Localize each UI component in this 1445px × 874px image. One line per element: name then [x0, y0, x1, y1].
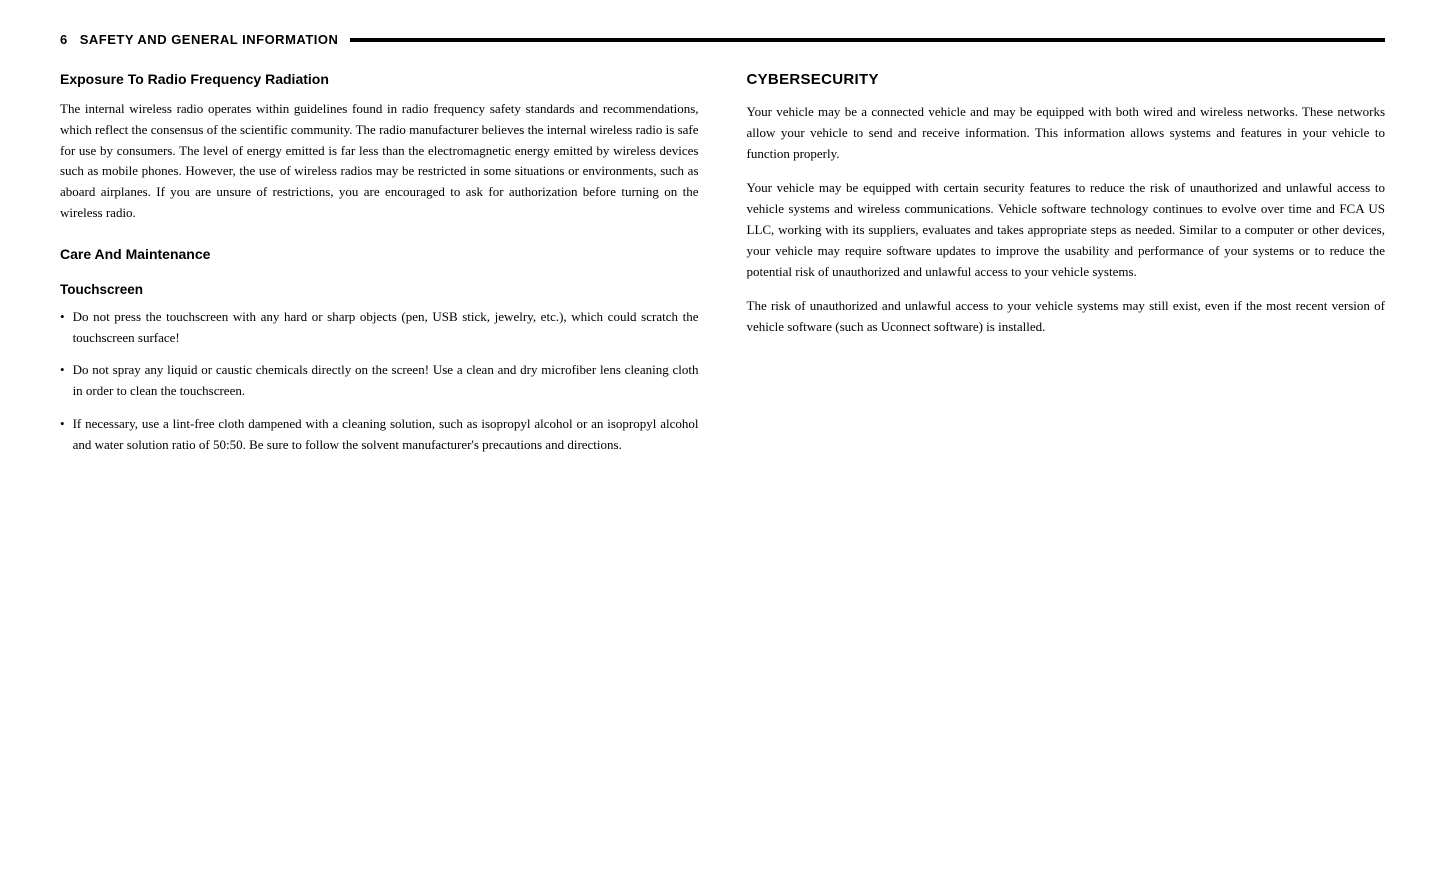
care-title: Care And Maintenance	[60, 246, 699, 262]
cybersecurity-para-3: The risk of unauthorized and unlawful ac…	[747, 296, 1386, 338]
touchscreen-title: Touchscreen	[60, 282, 699, 297]
bullet-list: • Do not press the touchscreen with any …	[60, 307, 699, 456]
header-divider	[350, 38, 1385, 42]
bullet-text-1: Do not press the touchscreen with any ha…	[73, 307, 699, 349]
list-item: • If necessary, use a lint-free cloth da…	[60, 414, 699, 456]
list-item: • Do not press the touchscreen with any …	[60, 307, 699, 349]
page-number: 6	[60, 32, 68, 47]
cybersecurity-para-1: Your vehicle may be a connected vehicle …	[747, 102, 1386, 164]
exposure-body: The internal wireless radio operates wit…	[60, 99, 699, 224]
bullet-dot-2: •	[60, 360, 65, 381]
bullet-text-3: If necessary, use a lint-free cloth damp…	[73, 414, 699, 456]
left-column: Exposure To Radio Frequency Radiation Th…	[60, 71, 699, 456]
list-item: • Do not spray any liquid or caustic che…	[60, 360, 699, 402]
exposure-title: Exposure To Radio Frequency Radiation	[60, 71, 699, 87]
exposure-section: Exposure To Radio Frequency Radiation Th…	[60, 71, 699, 224]
bullet-dot-3: •	[60, 414, 65, 435]
care-section: Care And Maintenance Touchscreen • Do no…	[60, 246, 699, 456]
right-column: CYBERSECURITY Your vehicle may be a conn…	[747, 71, 1386, 456]
section-title: SAFETY AND GENERAL INFORMATION	[80, 32, 339, 47]
content-columns: Exposure To Radio Frequency Radiation Th…	[60, 71, 1385, 456]
page-header: 6 SAFETY AND GENERAL INFORMATION	[60, 32, 1385, 47]
bullet-dot-1: •	[60, 307, 65, 328]
bullet-text-2: Do not spray any liquid or caustic chemi…	[73, 360, 699, 402]
cybersecurity-para-2: Your vehicle may be equipped with certai…	[747, 178, 1386, 282]
cybersecurity-title: CYBERSECURITY	[747, 71, 1386, 88]
cybersecurity-section: CYBERSECURITY Your vehicle may be a conn…	[747, 71, 1386, 338]
page: 6 SAFETY AND GENERAL INFORMATION Exposur…	[0, 0, 1445, 874]
